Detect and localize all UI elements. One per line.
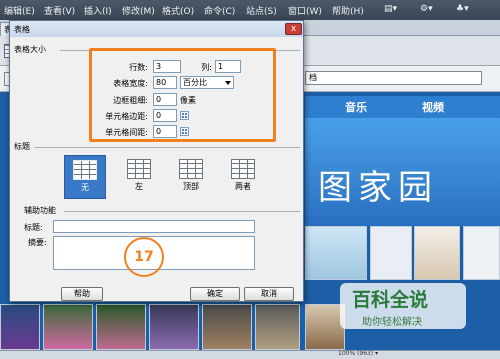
- close-icon[interactable]: x: [285, 23, 302, 35]
- header-option-top[interactable]: 顶部: [170, 155, 212, 199]
- photo-tile: [370, 226, 412, 280]
- help-button[interactable]: 帮助: [61, 287, 103, 301]
- header-option-label: 两者: [235, 182, 251, 191]
- document-title-field[interactable]: 档: [305, 71, 482, 85]
- settings-dropdown-icon[interactable]: ⚙▾: [420, 4, 433, 14]
- table-left-header-icon: [127, 159, 151, 179]
- status-bar: [0, 350, 500, 359]
- photo-tile: [202, 304, 252, 350]
- menu-format[interactable]: 格式(O): [162, 4, 194, 17]
- nav-item-video[interactable]: 视频: [422, 99, 444, 115]
- menu-help[interactable]: 帮助(H): [332, 4, 364, 17]
- watermark-title: 百科全说: [352, 289, 429, 311]
- cancel-button[interactable]: 取消: [244, 287, 294, 301]
- puppy-photo: [414, 226, 460, 280]
- nav-item-music[interactable]: 音乐: [345, 99, 367, 115]
- zoom-level[interactable]: 100% (963) ▾: [338, 350, 378, 357]
- section-header: 标题: [14, 142, 30, 151]
- section-table-size: 表格大小: [14, 45, 46, 54]
- menu-window[interactable]: 窗口(W): [288, 4, 322, 17]
- dialog-title: 表格: [14, 25, 30, 34]
- caption-input[interactable]: [53, 220, 255, 233]
- photo-tile: [255, 304, 300, 350]
- dialog-title-bar[interactable]: [10, 21, 303, 37]
- table-both-header-icon: [231, 159, 255, 179]
- watermark-subtitle: 助你轻松解决: [362, 317, 422, 328]
- photo-tile: [463, 226, 500, 280]
- page-nav-bar: 音乐 视频: [305, 96, 500, 118]
- section-accessibility: 辅助功能: [24, 206, 56, 215]
- banner-title: 图家园: [318, 168, 438, 208]
- summary-label: 摘要:: [28, 238, 47, 247]
- flower-photo: [149, 304, 199, 350]
- header-option-left[interactable]: 左: [118, 155, 160, 199]
- menu-insert[interactable]: 插入(I): [84, 4, 112, 17]
- highlight-box: [89, 48, 276, 142]
- menu-bar: 编辑(E) 查看(V) 插入(I) 修改(M) 格式(O) 命令(C) 站点(S…: [0, 0, 500, 20]
- table-none-icon: [73, 160, 97, 180]
- menu-site[interactable]: 站点(S): [246, 4, 277, 17]
- divider: [64, 211, 300, 212]
- menu-modify[interactable]: 修改(M): [122, 4, 155, 17]
- caption-label: 标题:: [24, 223, 43, 232]
- header-option-label: 左: [135, 182, 143, 191]
- divider: [34, 147, 300, 148]
- menu-edit[interactable]: 编辑(E): [4, 4, 35, 17]
- menu-commands[interactable]: 命令(C): [204, 4, 235, 17]
- flower-photo: [96, 304, 146, 350]
- header-option-none[interactable]: 无: [64, 155, 106, 199]
- ok-button[interactable]: 确定: [190, 287, 240, 301]
- menu-view[interactable]: 查看(V): [44, 4, 75, 17]
- dog-photo: [305, 304, 345, 350]
- header-option-both[interactable]: 两者: [222, 155, 264, 199]
- header-option-label: 无: [81, 183, 89, 192]
- dog-photo: [305, 226, 367, 280]
- table-top-header-icon: [179, 159, 203, 179]
- flower-photo: [0, 304, 40, 350]
- extensions-dropdown-icon[interactable]: ♣▾: [456, 4, 469, 14]
- step-number-badge: 17: [124, 237, 164, 277]
- flower-photo: [43, 304, 93, 350]
- header-option-label: 顶部: [183, 182, 199, 191]
- layout-dropdown-icon[interactable]: ▤▾: [384, 4, 397, 14]
